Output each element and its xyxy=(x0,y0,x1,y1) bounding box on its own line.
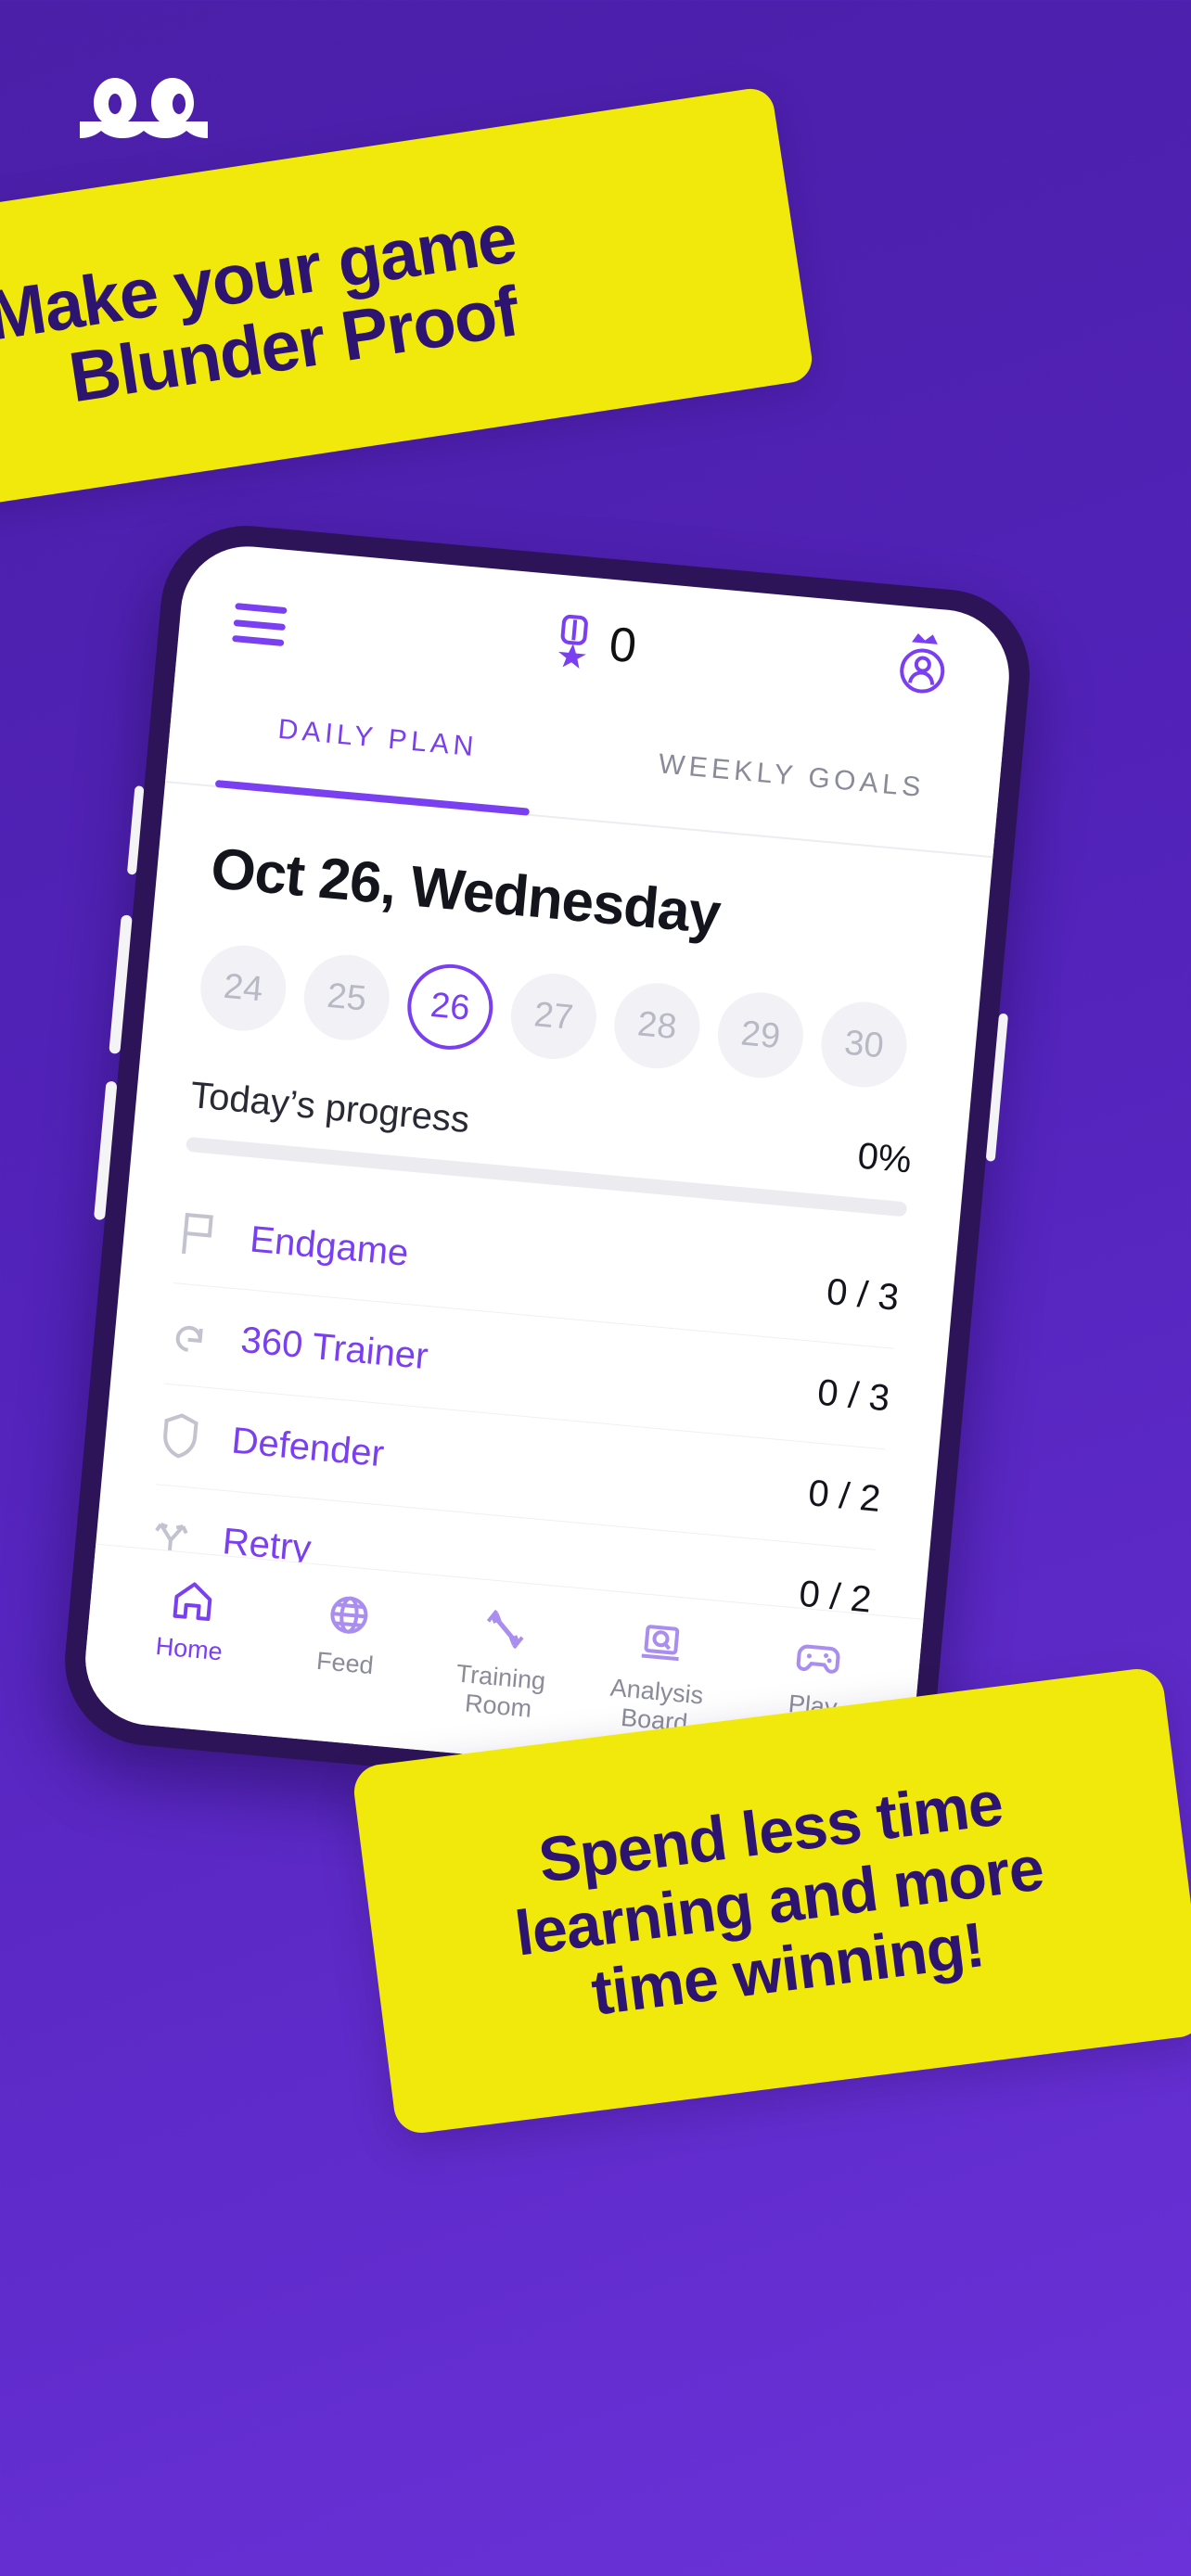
score-value: 0 xyxy=(607,617,639,674)
task-count: 0 / 3 xyxy=(825,1270,901,1319)
globe-icon xyxy=(330,1596,368,1634)
day-chip[interactable]: 28 xyxy=(610,979,704,1073)
avatar-crown-icon[interactable] xyxy=(885,625,962,702)
day-chip[interactable]: 30 xyxy=(817,998,911,1091)
home-icon xyxy=(173,1582,212,1621)
score-display[interactable]: 0 xyxy=(552,612,639,675)
day-chip-label: 26 xyxy=(429,985,472,1028)
day-selector: 24 25 26 27 28 29 30 xyxy=(197,941,925,1092)
shield-icon xyxy=(158,1410,234,1465)
page-title: Oct 26, Wednesday xyxy=(208,836,724,947)
rotate-icon xyxy=(167,1309,243,1364)
day-chip[interactable]: 24 xyxy=(197,941,290,1035)
tab-daily-plan-label: DAILY PLAN xyxy=(276,713,480,763)
phone-button-volume-down[interactable] xyxy=(93,1080,118,1221)
day-chip[interactable]: 25 xyxy=(300,950,393,1044)
task-count: 0 / 2 xyxy=(806,1472,883,1520)
nav-item-home-label: Home xyxy=(154,1632,224,1666)
headline-banner: Make your game Blunder Proof xyxy=(0,85,815,508)
phone-button-silent[interactable] xyxy=(126,785,145,875)
progress-percent: 0% xyxy=(855,1135,914,1181)
tab-weekly-goals-label: WEEKLY GOALS xyxy=(657,748,927,804)
day-chip-label: 28 xyxy=(635,1003,679,1047)
gamepad-icon xyxy=(796,1644,840,1674)
phone-button-volume-up[interactable] xyxy=(109,914,133,1054)
chessly-logo xyxy=(80,78,208,138)
flag-icon xyxy=(176,1208,252,1263)
day-chip-selected[interactable]: 26 xyxy=(403,960,497,1053)
dumbbell-icon xyxy=(486,1609,524,1650)
day-chip-label: 29 xyxy=(739,1014,782,1056)
day-chip-label: 27 xyxy=(531,994,575,1038)
nav-item-feed[interactable]: Feed xyxy=(265,1585,429,1685)
nav-item-training-room-label: Training Room xyxy=(455,1659,547,1723)
brand-logo xyxy=(67,72,234,145)
task-list: Endgame 0 / 3 360 Trainer 0 / 3 Defender… xyxy=(136,1182,903,1619)
nav-item-home[interactable]: Home xyxy=(109,1571,274,1671)
hamburger-menu-icon[interactable] xyxy=(232,603,288,647)
phone-button-power[interactable] xyxy=(985,1013,1009,1162)
phone-screen: 0 DAILY PLAN WEEKLY GOALS Oct 26, Wednes… xyxy=(80,541,1016,1795)
nav-item-training-room[interactable]: Training Room xyxy=(419,1599,585,1728)
phone-mockup: 0 DAILY PLAN WEEKLY GOALS Oct 26, Wednes… xyxy=(58,518,1056,1818)
task-count: 0 / 3 xyxy=(815,1371,891,1419)
day-chip-label: 25 xyxy=(325,976,368,1019)
day-chip[interactable]: 27 xyxy=(506,970,600,1064)
medal-icon xyxy=(558,614,588,670)
progress-label: Today’s progress xyxy=(188,1075,471,1141)
phone-frame: 0 DAILY PLAN WEEKLY GOALS Oct 26, Wednes… xyxy=(58,518,1037,1817)
analysis-icon xyxy=(641,1625,680,1662)
app-content: Oct 26, Wednesday 24 25 26 27 28 29 30 T… xyxy=(96,783,992,1619)
nav-item-feed-label: Feed xyxy=(314,1646,375,1680)
day-chip[interactable]: 29 xyxy=(713,988,807,1082)
day-chip-label: 24 xyxy=(222,966,265,1009)
day-chip-label: 30 xyxy=(842,1023,886,1065)
